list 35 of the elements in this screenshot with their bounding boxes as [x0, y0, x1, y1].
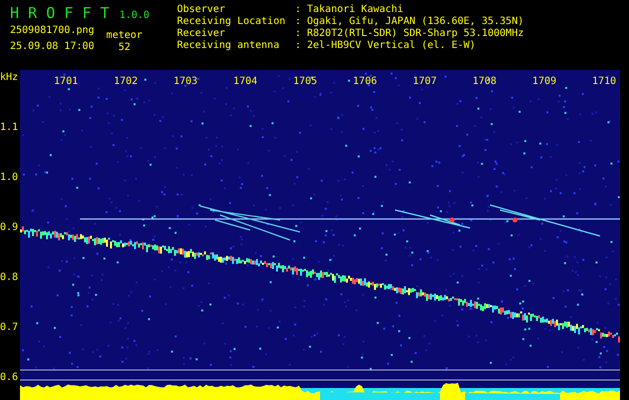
info-label: Observer [177, 4, 226, 16]
time-tick-label: 1704 [232, 76, 258, 87]
meteor-label: meteor [106, 30, 142, 41]
info-value: R820T2(RTL-SDR) SDR-Sharp 53.1000MHz [307, 28, 524, 40]
info-separator: : [295, 28, 302, 40]
meteor-count: 52 [118, 42, 130, 53]
info-value: Takanori Kawachi [307, 4, 404, 16]
time-tick-label: 1702 [112, 76, 138, 87]
info-separator: : [295, 16, 302, 28]
date-time: 25.09.08 17:00 [10, 41, 94, 52]
info-label: Receiver [177, 28, 226, 40]
app-version: 1.0.0 [119, 10, 150, 21]
time-tick-label: 1706 [352, 76, 377, 87]
time-tick-label: 1703 [172, 76, 198, 87]
time-tick-label: 1710 [591, 76, 616, 87]
axis-unit: kHz [0, 72, 18, 83]
frequency-tick-label: 0.8 [0, 272, 19, 283]
time-tick-label: 1709 [531, 76, 556, 87]
time-tick-label: 1701 [52, 76, 78, 87]
info-value: 2el-HB9CV Vertical (el. E-W) [307, 40, 476, 52]
frequency-tick-label: 1.1 [0, 122, 19, 133]
frequency-tick-label: 0.9 [0, 222, 19, 233]
info-separator: : [295, 4, 302, 16]
info-separator: : [295, 40, 302, 52]
info-label: Receiving antenna [177, 40, 280, 52]
app-name: H R O F F T [10, 4, 110, 22]
file-name: 2509081700.png [10, 25, 94, 36]
frequency-tick-label: 0.7 [0, 322, 19, 333]
info-label: Receiving Location [177, 16, 286, 28]
time-tick-label: 1707 [412, 76, 437, 87]
time-tick-label: 1705 [292, 76, 318, 87]
info-value: Ogaki, Gifu, JAPAN (136.60E, 35.35N) [307, 16, 524, 28]
frequency-tick-label: 0.6 [0, 372, 19, 383]
frequency-tick-label: 1.0 [0, 172, 19, 183]
time-tick-label: 1708 [472, 76, 497, 87]
